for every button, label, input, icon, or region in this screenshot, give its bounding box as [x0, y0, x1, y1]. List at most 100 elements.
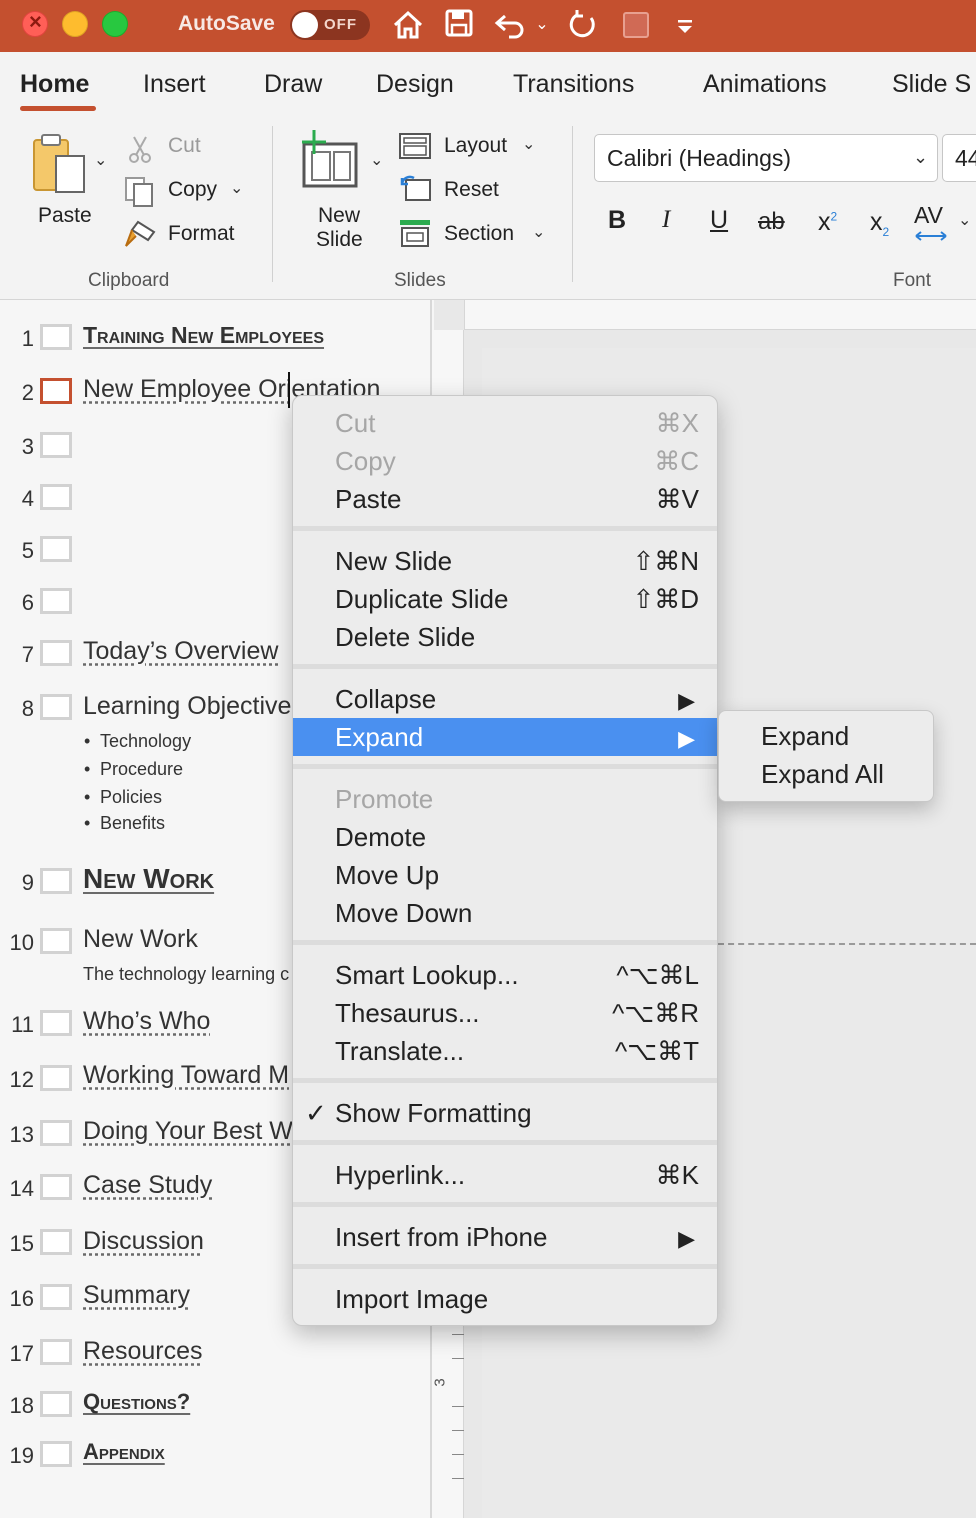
copy-dropdown-chevron-icon[interactable]: ⌄ [230, 178, 243, 198]
close-window-button[interactable] [22, 9, 48, 37]
submenu-item-expand[interactable]: Expand [761, 721, 849, 752]
slide-title[interactable]: Today’s Overview [83, 637, 278, 666]
slide-thumbnail-selected[interactable] [40, 378, 72, 404]
tab-animations[interactable]: Animations [703, 70, 827, 99]
submenu-item-expand-all[interactable]: Expand All [761, 759, 884, 790]
slide-thumbnail[interactable] [40, 1229, 72, 1255]
slide-title[interactable]: Discussion [83, 1227, 204, 1256]
reset-button[interactable]: Reset [444, 178, 499, 202]
menu-item-insert-from-iphone[interactable]: Insert from iPhone ▶ [293, 1218, 717, 1256]
menu-item-import-image[interactable]: Import Image [293, 1280, 717, 1318]
paste-icon[interactable] [30, 132, 88, 196]
menu-item-expand[interactable]: Expand ▶ [293, 718, 717, 756]
tab-draw[interactable]: Draw [264, 70, 322, 99]
new-slide-icon[interactable] [296, 128, 362, 192]
section-button[interactable]: Section [444, 222, 514, 246]
slide-thumbnail[interactable] [40, 640, 72, 666]
tab-slide-show[interactable]: Slide S [892, 70, 971, 99]
section-dropdown-chevron-icon[interactable]: ⌄ [532, 222, 545, 242]
slide-thumbnail[interactable] [40, 1065, 72, 1091]
menu-item-move-down[interactable]: Move Down [293, 894, 717, 932]
underline-button[interactable]: U [710, 206, 728, 235]
menu-item-paste[interactable]: Paste ⌘V [293, 480, 717, 518]
autosave-toggle[interactable]: OFF [290, 10, 370, 40]
slide-thumbnail[interactable] [40, 1174, 72, 1200]
slide-thumbnail[interactable] [40, 928, 72, 954]
home-icon[interactable] [390, 8, 426, 42]
slide-title[interactable]: Case Study [83, 1171, 212, 1200]
format-painter-button[interactable]: Format [168, 222, 235, 246]
undo-icon[interactable] [490, 8, 530, 42]
slide-title[interactable]: Doing Your Best W [83, 1117, 293, 1146]
slide-thumbnail[interactable] [40, 1284, 72, 1310]
layout-dropdown-chevron-icon[interactable]: ⌄ [522, 134, 535, 154]
menu-item-delete-slide[interactable]: Delete Slide [293, 618, 717, 656]
slide-title[interactable]: Summary [83, 1281, 190, 1310]
new-slide-label-line2[interactable]: Slide [316, 228, 363, 252]
slide-title[interactable]: Appendix [83, 1439, 165, 1465]
menu-item-copy[interactable]: Copy ⌘C [293, 442, 717, 480]
slide-thumbnail[interactable] [40, 324, 72, 350]
slide-title[interactable]: Resources [83, 1337, 203, 1366]
slide-thumbnail[interactable] [40, 1010, 72, 1036]
minimize-window-button[interactable] [62, 11, 88, 37]
menu-item-move-up[interactable]: Move Up [293, 856, 717, 894]
bullet-item[interactable]: Benefits [84, 813, 165, 834]
slide-title[interactable]: Training New Employees [83, 322, 324, 349]
menu-item-collapse[interactable]: Collapse ▶ [293, 680, 717, 718]
menu-item-cut[interactable]: Cut ⌘X [293, 404, 717, 442]
italic-button[interactable]: I [662, 206, 670, 234]
menu-item-duplicate-slide[interactable]: Duplicate Slide ⇧⌘D [293, 580, 717, 618]
slide-thumbnail[interactable] [40, 868, 72, 894]
slide-title[interactable]: New Work [83, 925, 198, 954]
slide-thumbnail[interactable] [40, 1339, 72, 1365]
new-slide-dropdown-chevron-icon[interactable]: ⌄ [370, 150, 383, 170]
tab-design[interactable]: Design [376, 70, 454, 99]
cut-button[interactable]: Cut [168, 134, 201, 158]
slide-thumbnail[interactable] [40, 1441, 72, 1467]
slide-title[interactable]: New Work [83, 863, 214, 895]
slide-thumbnail[interactable] [40, 536, 72, 562]
font-name-dropdown[interactable]: Calibri (Headings) ⌄ [594, 134, 938, 182]
menu-item-new-slide[interactable]: New Slide ⇧⌘N [293, 542, 717, 580]
bullet-item[interactable]: Policies [84, 787, 162, 808]
layout-button[interactable]: Layout [444, 134, 507, 158]
body-text[interactable]: The technology learning c [83, 964, 289, 985]
maximize-window-button[interactable] [102, 11, 128, 37]
slide-thumbnail[interactable] [40, 484, 72, 510]
new-slide-label-line1[interactable]: New [318, 204, 360, 228]
subscript-button[interactable]: x2 [870, 208, 889, 239]
character-spacing-button[interactable]: AV [914, 202, 943, 229]
slide-title[interactable]: Working Toward M [83, 1061, 289, 1090]
slide-title[interactable]: Learning Objective [83, 692, 291, 721]
slide-title[interactable]: Who’s Who [83, 1007, 210, 1036]
menu-item-hyperlink[interactable]: Hyperlink... ⌘K [293, 1156, 717, 1194]
save-icon[interactable] [442, 8, 476, 42]
tab-transitions[interactable]: Transitions [513, 70, 634, 99]
bullet-item[interactable]: Procedure [84, 759, 183, 780]
redo-icon[interactable] [564, 8, 600, 42]
paste-button[interactable]: Paste [38, 204, 92, 228]
customize-toolbar-icon[interactable] [672, 8, 698, 42]
menu-item-smart-lookup[interactable]: Smart Lookup... ^⌥⌘L [293, 956, 717, 994]
tab-home[interactable]: Home [20, 70, 89, 99]
copy-button[interactable]: Copy [168, 178, 217, 202]
menu-item-show-formatting[interactable]: ✓ Show Formatting [293, 1094, 717, 1132]
slide-thumbnail[interactable] [40, 1391, 72, 1417]
superscript-button[interactable]: x2 [818, 208, 837, 237]
slide-thumbnail[interactable] [40, 1120, 72, 1146]
slide-thumbnail[interactable] [40, 588, 72, 614]
menu-item-translate[interactable]: Translate... ^⌥⌘T [293, 1032, 717, 1070]
paste-dropdown-chevron-icon[interactable]: ⌄ [94, 150, 107, 170]
bullet-item[interactable]: Technology [84, 731, 191, 752]
bold-button[interactable]: B [608, 206, 626, 235]
menu-item-demote[interactable]: Demote [293, 818, 717, 856]
slide-title[interactable]: Questions? [83, 1389, 190, 1415]
font-size-dropdown[interactable]: 44 [942, 134, 976, 182]
menu-item-thesaurus[interactable]: Thesaurus... ^⌥⌘R [293, 994, 717, 1032]
slide-thumbnail[interactable] [40, 432, 72, 458]
strikethrough-button[interactable]: ab [758, 208, 785, 236]
slide-thumbnail[interactable] [40, 694, 72, 720]
tab-insert[interactable]: Insert [143, 70, 206, 99]
menu-item-promote[interactable]: Promote [293, 780, 717, 818]
